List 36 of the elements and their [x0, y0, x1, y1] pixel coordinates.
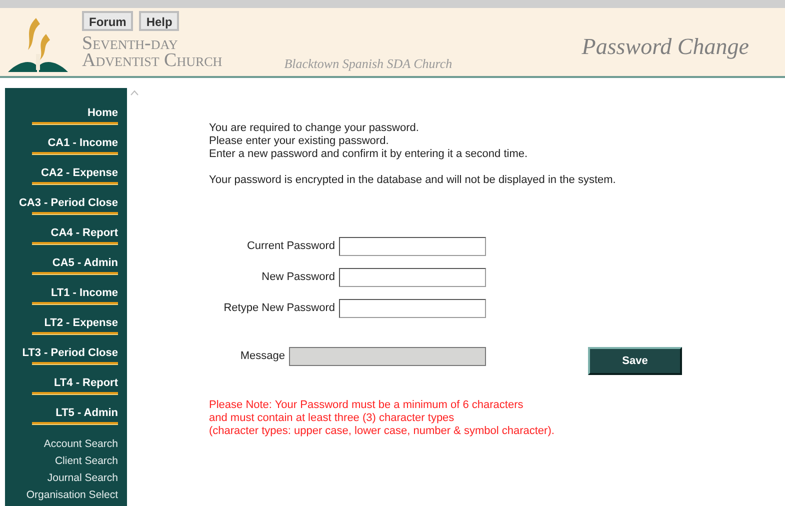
sidebar-link[interactable]: LT4 - Report	[54, 376, 118, 390]
field-label: Message	[240, 348, 285, 364]
field-label: Retype New Password	[224, 301, 335, 316]
instruction-text: Enter a new password and confirm it by entering it a second time.	[209, 148, 529, 161]
sidebar-link[interactable]: CA3 - Period Close	[18, 196, 118, 210]
field-label: Current Password	[246, 239, 335, 254]
sidebar-link[interactable]: Journal Search	[47, 470, 118, 487]
sidebar-link[interactable]: Account Search	[44, 436, 118, 453]
sidebar-link[interactable]: LT3 - Period Close	[22, 346, 118, 360]
password-field[interactable]	[339, 299, 486, 318]
sidebar-link[interactable]: CA2 - Expense	[40, 166, 118, 180]
sidebar-link[interactable]: CA1 - Income	[48, 136, 118, 150]
sidebar-link[interactable]: Organisation Select	[26, 487, 118, 504]
save-button[interactable]: Save	[588, 347, 682, 375]
instruction-text: Please enter your existing password.	[209, 135, 390, 148]
instruction-text: You are required to change your password.	[209, 122, 420, 135]
password-field[interactable]	[339, 237, 486, 256]
organisation-name: Adventist Church	[82, 52, 222, 69]
sidebar-link[interactable]: Home	[87, 106, 118, 120]
sidebar-link[interactable]: Client Search	[54, 453, 118, 470]
sidebar-link[interactable]: CA5 - Admin	[52, 256, 118, 270]
password-rules-note: Please Note: Your Password must be a minimum of 6 characters	[209, 399, 524, 412]
password-rules-note: (character types: upper case, lower case, number & symbol character).	[209, 425, 556, 438]
encryption-note: Your password is encrypted in the database and will not be displayed in the system.	[209, 174, 617, 187]
organisation-name: Seventh-day	[82, 35, 178, 52]
nav-button[interactable]: Forum	[82, 11, 134, 31]
field-label: New Password	[262, 270, 335, 286]
password-rules-note: and must contain at least three (3) character types	[209, 412, 456, 425]
sidebar-link[interactable]: LT1 - Income	[50, 286, 118, 300]
page-title: Password Change	[582, 33, 749, 61]
sidebar-link[interactable]: LT2 - Expense	[44, 316, 118, 330]
password-field[interactable]	[339, 268, 486, 287]
sidebar-link[interactable]: CA4 - Report	[50, 226, 118, 240]
nav-button[interactable]: Help	[139, 11, 180, 31]
congregation-name: Blacktown Spanish SDA Church	[284, 54, 452, 73]
sidebar-link[interactable]: LT5 - Admin	[56, 406, 118, 420]
